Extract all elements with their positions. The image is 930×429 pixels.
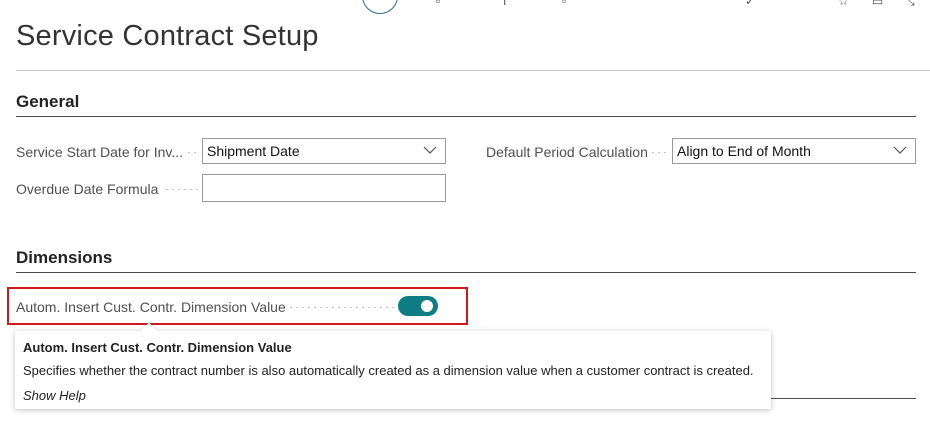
page-title: Service Contract Setup bbox=[16, 20, 319, 52]
overdue-date-formula-label: Overdue Date Formula bbox=[16, 181, 159, 197]
show-help-link[interactable]: Show Help bbox=[23, 388, 86, 403]
field-leader-dots bbox=[650, 152, 670, 153]
default-period-calculation-select[interactable]: Align to End of Month bbox=[672, 138, 916, 164]
saved-status-icon: ✓ bbox=[745, 0, 756, 8]
section-dimensions-divider bbox=[16, 272, 916, 273]
toolbar-icon[interactable]: ı bbox=[503, 0, 506, 8]
top-toolbar: ▫ ı ▫ ✓ ☆ ▭ ⤡ bbox=[0, 0, 930, 14]
service-start-date-select[interactable]: Shipment Date bbox=[202, 138, 446, 164]
default-period-calculation-value: Align to End of Month bbox=[677, 143, 811, 159]
field-leader-dots bbox=[186, 152, 198, 153]
service-start-date-value: Shipment Date bbox=[207, 143, 300, 159]
title-divider bbox=[16, 70, 930, 71]
bookmark-icon[interactable]: ☆ bbox=[838, 0, 849, 8]
field-help-tooltip: Autom. Insert Cust. Contr. Dimension Val… bbox=[15, 322, 771, 409]
overdue-date-formula-input[interactable] bbox=[202, 174, 446, 202]
tooltip-title: Autom. Insert Cust. Contr. Dimension Val… bbox=[23, 340, 292, 355]
field-leader-dots bbox=[164, 189, 198, 190]
tooltip-text: Specifies whether the contract number is… bbox=[23, 363, 754, 378]
tooltip-notch bbox=[140, 322, 158, 340]
section-general-title[interactable]: General bbox=[16, 92, 79, 112]
document-icon[interactable]: ▫ bbox=[562, 0, 566, 8]
edit-button[interactable] bbox=[362, 0, 398, 14]
section-general-divider bbox=[16, 116, 916, 117]
section-dimensions-title[interactable]: Dimensions bbox=[16, 248, 112, 268]
pencil-icon bbox=[372, 0, 386, 3]
chevron-down-icon bbox=[893, 146, 907, 154]
default-period-calculation-label: Default Period Calculation bbox=[486, 144, 648, 160]
open-new-window-icon[interactable]: ▭ bbox=[872, 0, 883, 8]
service-start-date-label: Service Start Date for Inv... bbox=[16, 144, 184, 160]
collapse-icon[interactable]: ⤡ bbox=[905, 0, 915, 9]
share-icon[interactable]: ▫ bbox=[436, 0, 440, 8]
section-divider bbox=[771, 398, 916, 399]
chevron-down-icon bbox=[423, 146, 437, 154]
highlight-box bbox=[7, 287, 468, 325]
